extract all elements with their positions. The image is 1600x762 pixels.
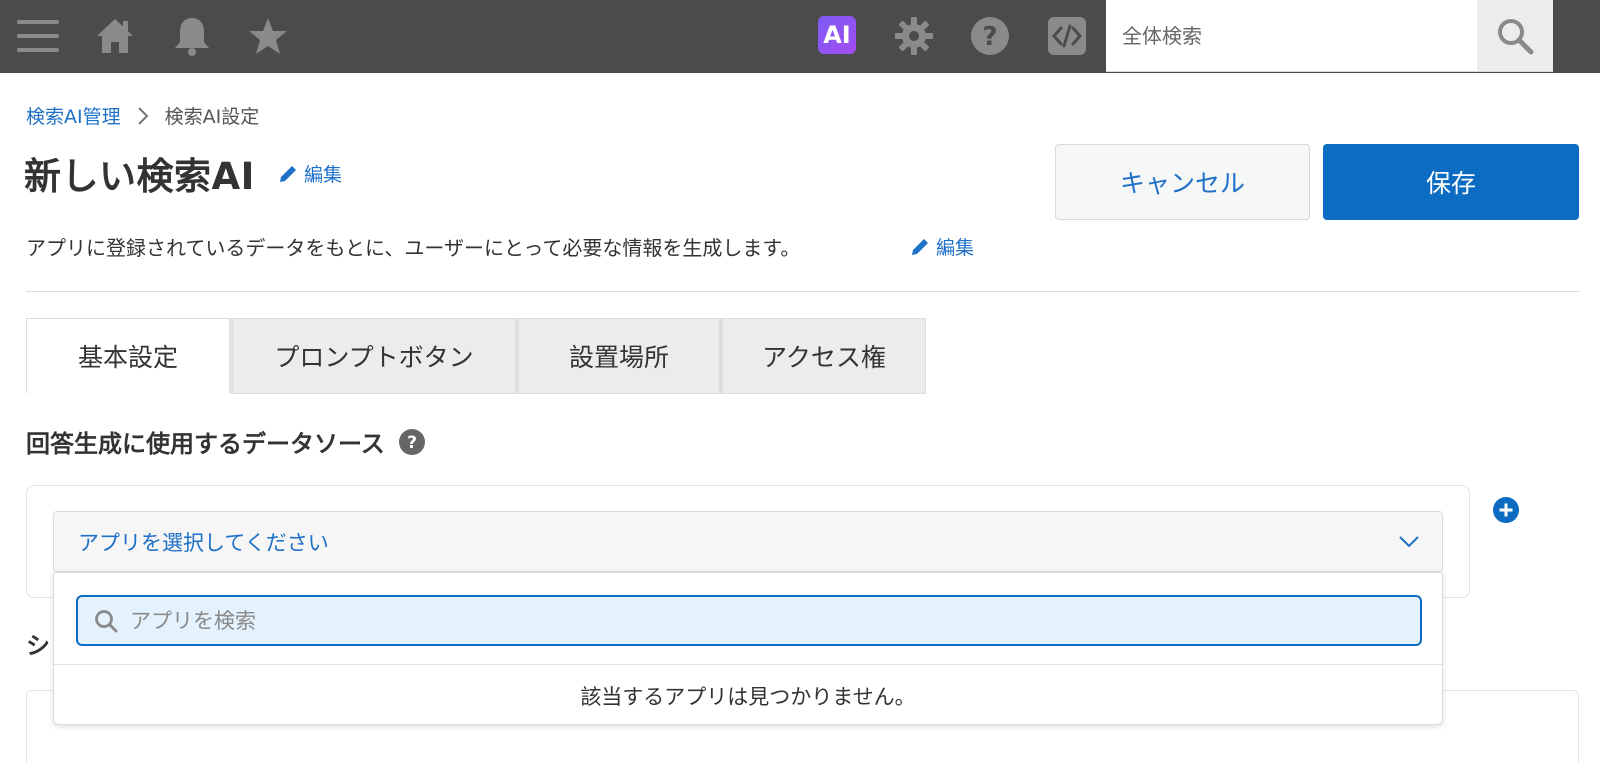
save-button[interactable]: 保存 bbox=[1323, 144, 1579, 220]
tab-access-rights[interactable]: アクセス権 bbox=[722, 318, 926, 394]
edit-title-label: 編集 bbox=[304, 164, 343, 186]
global-search bbox=[1106, 0, 1477, 72]
settings-tabs: 基本設定 プロンプトボタン 設置場所 アクセス権 bbox=[26, 318, 926, 394]
app-select-menu: 該当するアプリは見つかりません。 bbox=[53, 572, 1443, 725]
no-results-message: 該当するアプリは見つかりません。 bbox=[580, 685, 916, 709]
svg-text:?: ? bbox=[407, 433, 417, 453]
breadcrumb-parent-link[interactable]: 検索AI管理 bbox=[26, 102, 121, 129]
app-select-placeholder: アプリを選択してください bbox=[78, 530, 329, 555]
app-select-dropdown[interactable]: アプリを選択してください bbox=[53, 511, 1443, 572]
menu-icon[interactable] bbox=[16, 14, 60, 58]
svg-text:?: ? bbox=[982, 22, 997, 52]
app-search-input[interactable] bbox=[130, 608, 1410, 633]
global-search-input[interactable] bbox=[1106, 0, 1477, 71]
bell-icon[interactable] bbox=[170, 14, 214, 58]
gear-icon[interactable] bbox=[892, 14, 936, 58]
app-search-box bbox=[76, 595, 1422, 646]
edit-title-link[interactable]: 編集 bbox=[278, 160, 342, 187]
edit-description-link[interactable]: 編集 bbox=[910, 233, 974, 260]
plus-circle-icon bbox=[1493, 497, 1519, 523]
star-icon[interactable] bbox=[246, 14, 290, 58]
page-description: アプリに登録されているデータをもとに、ユーザーにとって必要な情報を生成します。 bbox=[26, 236, 801, 260]
tab-placement[interactable]: 設置場所 bbox=[518, 318, 722, 394]
breadcrumb: 検索AI管理 検索AI設定 bbox=[26, 102, 259, 129]
help-icon[interactable]: ? bbox=[968, 14, 1012, 58]
code-icon[interactable] bbox=[1045, 14, 1089, 58]
breadcrumb-current: 検索AI設定 bbox=[164, 106, 260, 128]
add-data-source-button[interactable] bbox=[1493, 497, 1519, 523]
top-navigation-bar: AI ? bbox=[0, 0, 1600, 73]
edit-description-label: 編集 bbox=[936, 237, 975, 259]
ai-icon[interactable]: AI bbox=[818, 16, 856, 54]
cancel-button[interactable]: キャンセル bbox=[1055, 144, 1310, 220]
search-icon bbox=[95, 609, 118, 632]
home-icon[interactable] bbox=[93, 14, 137, 58]
pencil-icon bbox=[280, 165, 296, 182]
tab-prompt-buttons[interactable]: プロンプトボタン bbox=[232, 318, 518, 394]
pencil-icon bbox=[912, 238, 928, 255]
global-search-button[interactable] bbox=[1477, 0, 1553, 72]
header-divider bbox=[26, 291, 1579, 292]
help-icon[interactable]: ? bbox=[398, 428, 425, 455]
chevron-right-icon bbox=[137, 106, 149, 126]
next-section-title: シ bbox=[26, 632, 50, 660]
chevron-down-icon bbox=[1399, 535, 1419, 547]
tab-basic-settings[interactable]: 基本設定 bbox=[26, 318, 232, 394]
data-source-title-text: 回答生成に使用するデータソース bbox=[26, 430, 385, 458]
page-title: 新しい検索AI bbox=[24, 155, 255, 198]
data-source-section-title: 回答生成に使用するデータソース ? bbox=[26, 424, 425, 459]
menu-divider bbox=[54, 664, 1442, 665]
search-icon bbox=[1498, 18, 1534, 54]
